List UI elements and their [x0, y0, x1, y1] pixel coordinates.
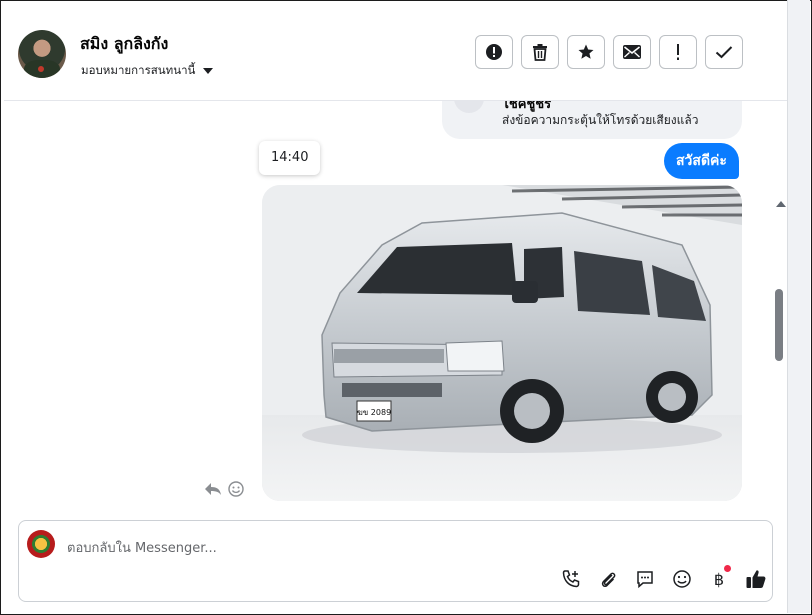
card-icon [454, 101, 484, 113]
caret-down-icon [203, 68, 214, 74]
chat-bubble-icon [637, 571, 653, 589]
scrollbar-thumb[interactable] [775, 289, 783, 361]
exclamation-icon [677, 44, 679, 60]
message-thread[interactable]: โชคชูชร ส่งข้อความกระตุ้นให้โทรด้วยเสียง… [4, 101, 787, 512]
like-button[interactable] [744, 567, 768, 591]
thread-scrollbar[interactable] [774, 199, 786, 512]
previous-message-card: โชคชูชร ส่งข้อความกระตุ้นให้โทรด้วยเสียง… [442, 101, 742, 139]
star-icon [578, 44, 594, 59]
composer-actions: ฿ [559, 565, 768, 591]
mark-unread-button[interactable] [613, 35, 651, 69]
saved-replies-button[interactable] [633, 567, 657, 591]
reply-composer[interactable]: ตอบกลับใน Messenger... ฿ [18, 520, 773, 602]
reply-icon[interactable] [204, 482, 222, 496]
baht-icon: ฿ [713, 569, 725, 589]
emoji-button[interactable] [670, 567, 694, 591]
van-image: ฆข 2089 [262, 185, 742, 501]
message-photo[interactable]: ฆข 2089 [262, 185, 742, 501]
notification-dot [724, 565, 731, 572]
plate-text: ฆข 2089 [357, 408, 391, 417]
phone-plus-icon [562, 570, 580, 588]
side-panel-edge [787, 0, 810, 613]
smiley-icon [673, 570, 691, 588]
contact-avatar[interactable] [18, 30, 66, 78]
scroll-up-arrow-icon[interactable] [776, 201, 786, 207]
outgoing-message-bubble[interactable]: สวัสดีค่ะ [664, 143, 739, 179]
react-smiley-icon[interactable] [228, 481, 244, 497]
contact-name[interactable]: สมิง ลูกลิงกัง [80, 32, 168, 57]
conversation-header: สมิง ลูกลิงกัง มอบหมายการสนทนานี้ [4, 4, 787, 101]
thumbs-up-icon [746, 570, 766, 588]
reply-input[interactable]: ตอบกลับใน Messenger... [67, 537, 217, 558]
mark-done-button[interactable] [705, 35, 743, 69]
envelope-icon [623, 45, 641, 59]
report-spam-button[interactable] [475, 35, 513, 69]
message-timestamp: 14:40 [259, 141, 321, 175]
card-subtitle: ส่งข้อความกระตุ้นให้โทรด้วยเสียงแล้ว [502, 113, 699, 127]
check-icon [715, 46, 733, 59]
assign-label: มอบหมายการสนทนานี้ [81, 63, 196, 77]
trash-icon [533, 44, 547, 61]
delete-button[interactable] [521, 35, 559, 69]
follow-up-button[interactable] [659, 35, 697, 69]
page-avatar [27, 530, 55, 558]
star-button[interactable] [567, 35, 605, 69]
assign-conversation-dropdown[interactable]: มอบหมายการสนทนานี้ [81, 62, 214, 80]
payment-button[interactable]: ฿ [707, 565, 731, 591]
conversation-toolbar [475, 35, 743, 69]
message-actions [204, 481, 244, 497]
paperclip-icon [601, 572, 616, 588]
alert-circle-icon [486, 44, 502, 60]
attach-button[interactable] [596, 567, 620, 591]
call-button[interactable] [559, 567, 583, 591]
